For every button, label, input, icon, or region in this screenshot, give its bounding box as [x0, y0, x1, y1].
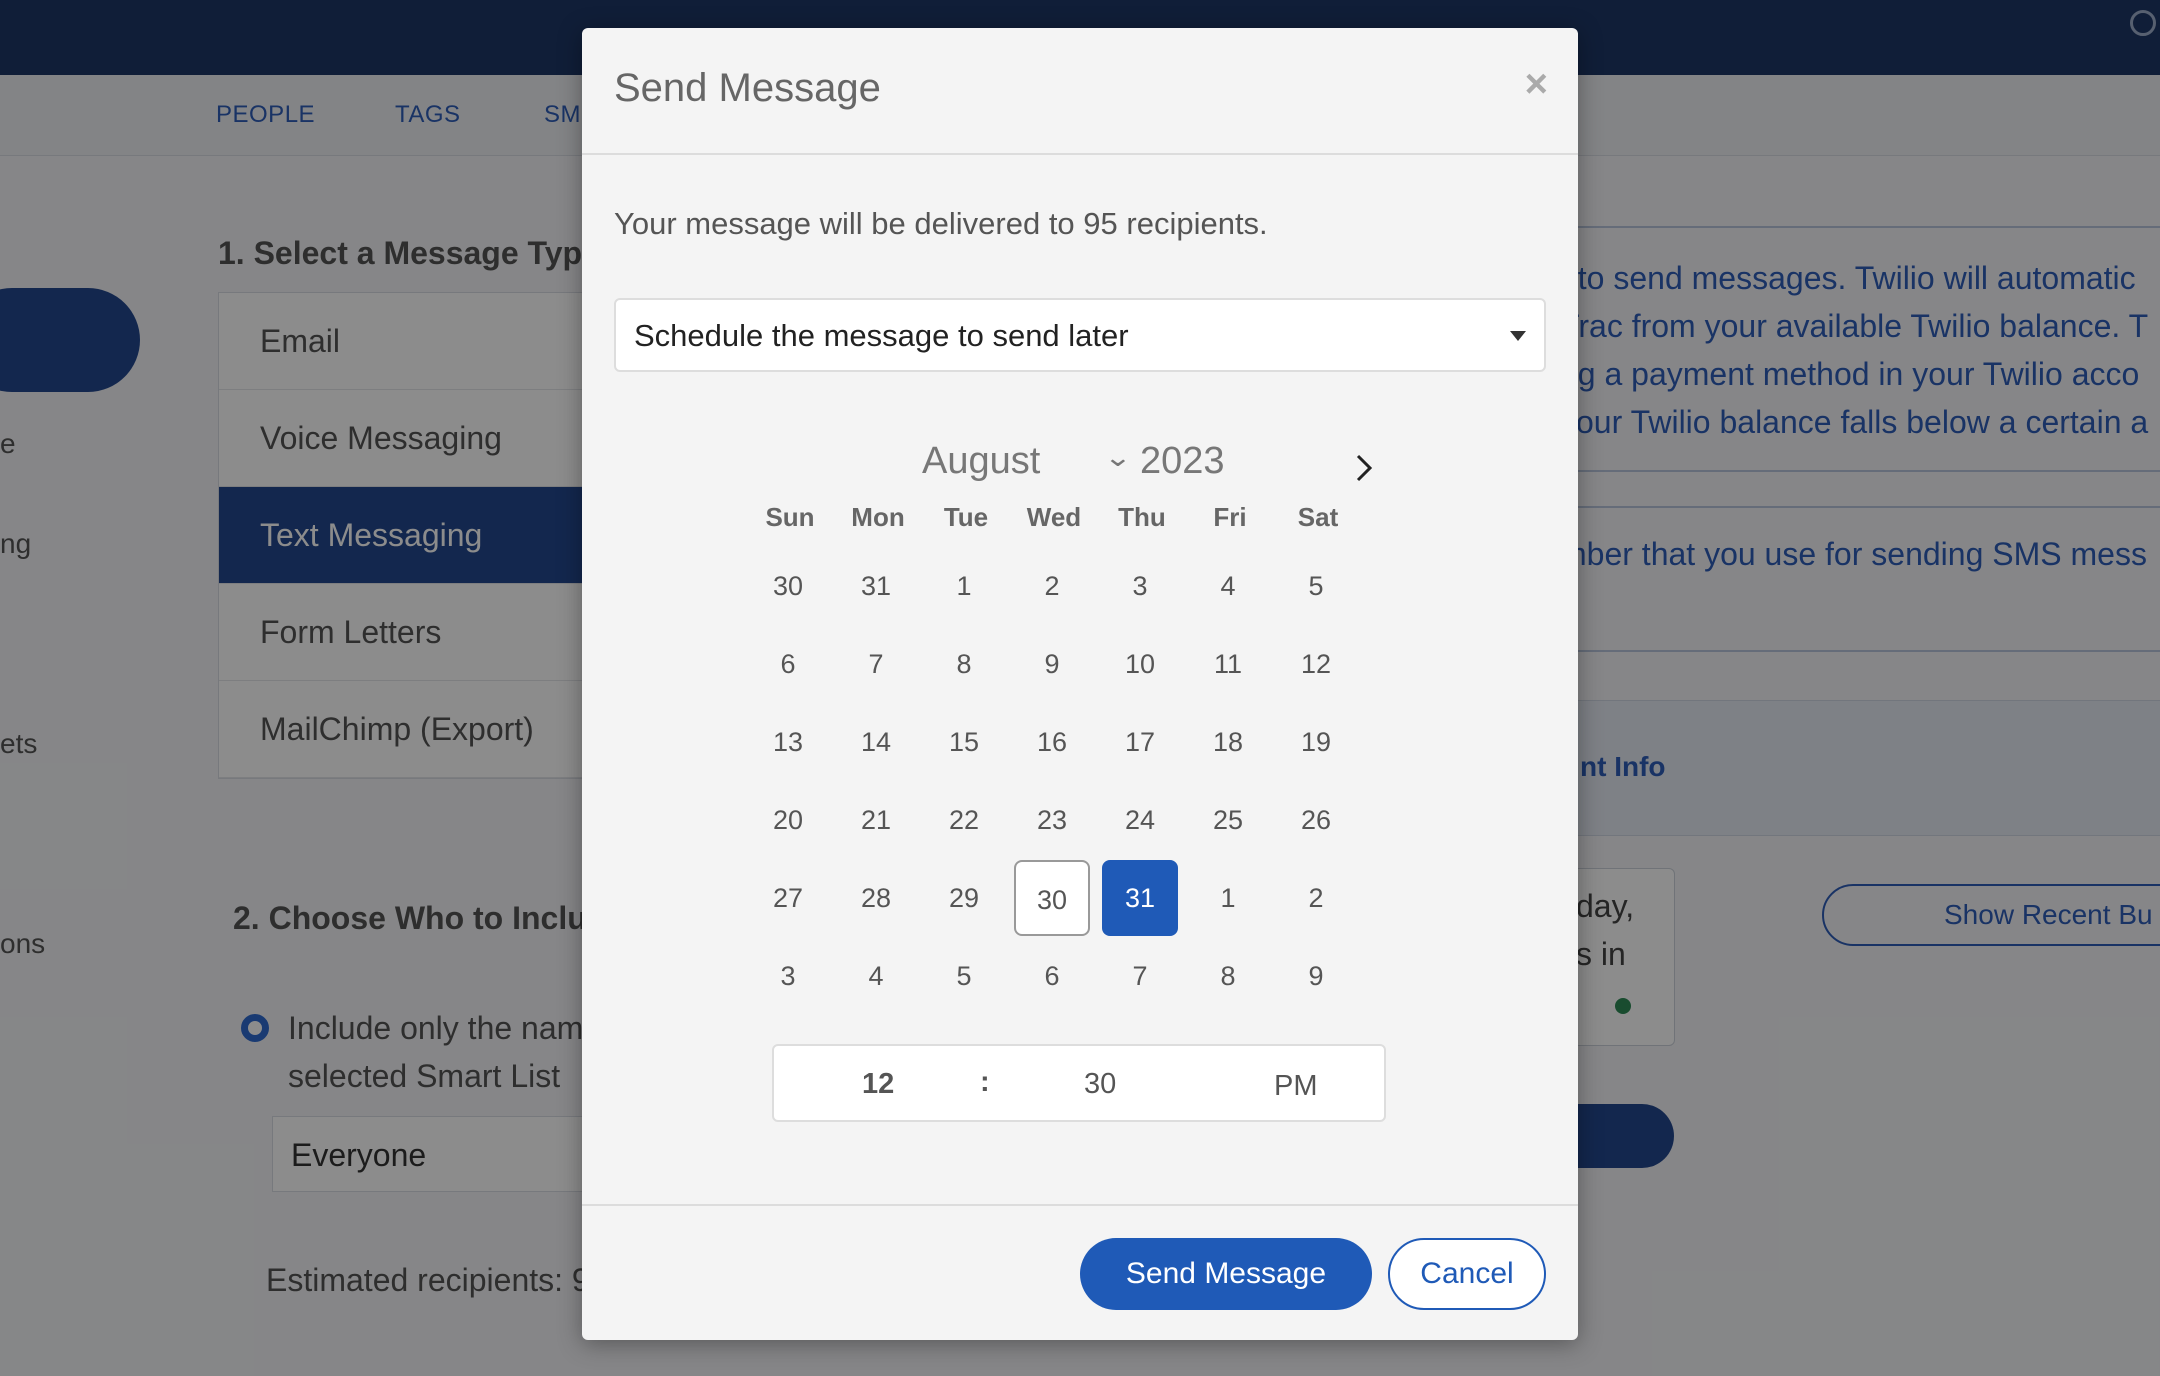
calendar-day[interactable]: 5: [926, 938, 1002, 1014]
calendar-day[interactable]: 16: [1014, 704, 1090, 780]
calendar-day[interactable]: 12: [1278, 626, 1354, 702]
calendar-day[interactable]: 30: [750, 548, 826, 624]
weekday-label: Mon: [851, 502, 905, 532]
calendar-day[interactable]: 31: [838, 548, 914, 624]
next-month-icon[interactable]: [1342, 446, 1386, 490]
calendar-day[interactable]: 26: [1278, 782, 1354, 858]
modal-footer: Send Message Cancel: [582, 1204, 1578, 1342]
schedule-select-value: Schedule the message to send later: [634, 318, 1129, 353]
weekday-label: Thu: [1118, 502, 1166, 532]
calendar-day[interactable]: 6: [750, 626, 826, 702]
ampm-toggle[interactable]: PM: [1274, 1070, 1318, 1103]
calendar-day[interactable]: 29: [926, 860, 1002, 936]
weekday-label: Fri: [1213, 502, 1247, 532]
calendar-day[interactable]: 21: [838, 782, 914, 858]
calendar-day[interactable]: 6: [1014, 938, 1090, 1014]
calendar-day[interactable]: 20: [750, 782, 826, 858]
calendar-day[interactable]: 7: [838, 626, 914, 702]
weekday-label: Wed: [1026, 502, 1082, 532]
month-select[interactable]: August: [922, 440, 1040, 483]
close-icon[interactable]: ×: [1525, 62, 1548, 107]
calendar-day[interactable]: 24: [1102, 782, 1178, 858]
calendar-day[interactable]: 25: [1190, 782, 1266, 858]
chevron-down-icon[interactable]: ⌄: [1104, 442, 1132, 473]
calendar-day[interactable]: 28: [838, 860, 914, 936]
cancel-button[interactable]: Cancel: [1388, 1238, 1546, 1310]
calendar-day[interactable]: 2: [1278, 860, 1354, 936]
calendar-day[interactable]: 5: [1278, 548, 1354, 624]
caret-down-icon: [1510, 331, 1526, 341]
calendar-day-selected[interactable]: 31: [1102, 860, 1178, 936]
calendar-day[interactable]: 9: [1014, 626, 1090, 702]
weekday-label: Sat: [1297, 502, 1339, 532]
weekday-label: Tue: [943, 502, 989, 532]
year-input[interactable]: 2023: [1140, 440, 1225, 483]
calendar-day[interactable]: 17: [1102, 704, 1178, 780]
minute-input[interactable]: 30: [1084, 1068, 1116, 1101]
weekday-label: Sun: [765, 502, 815, 532]
calendar-day[interactable]: 19: [1278, 704, 1354, 780]
send-message-button[interactable]: Send Message: [1080, 1238, 1372, 1310]
calendar-day[interactable]: 11: [1190, 626, 1266, 702]
time-picker: 12 : 30 PM: [772, 1044, 1386, 1122]
calendar-day[interactable]: 9: [1278, 938, 1354, 1014]
calendar-day[interactable]: 1: [926, 548, 1002, 624]
calendar-day[interactable]: 3: [750, 938, 826, 1014]
calendar-day[interactable]: 18: [1190, 704, 1266, 780]
schedule-select[interactable]: Schedule the message to send later: [614, 298, 1546, 372]
calendar-day-today[interactable]: 30: [1014, 860, 1090, 936]
recipients-text: Your message will be delivered to 95 rec…: [614, 206, 1268, 241]
calendar-day[interactable]: 4: [1190, 548, 1266, 624]
hour-input[interactable]: 12: [862, 1068, 894, 1101]
calendar-day[interactable]: 23: [1014, 782, 1090, 858]
calendar-day[interactable]: 1: [1190, 860, 1266, 936]
modal-title: Send Message: [614, 66, 881, 110]
calendar-day[interactable]: 14: [838, 704, 914, 780]
calendar-day[interactable]: 10: [1102, 626, 1178, 702]
send-message-modal: Send Message × Your message will be deli…: [582, 28, 1578, 1340]
time-separator: :: [980, 1066, 990, 1098]
calendar-day[interactable]: 4: [838, 938, 914, 1014]
calendar-day[interactable]: 8: [926, 626, 1002, 702]
modal-header: Send Message ×: [582, 28, 1578, 155]
calendar-day[interactable]: 7: [1102, 938, 1178, 1014]
calendar-day[interactable]: 13: [750, 704, 826, 780]
calendar-day[interactable]: 27: [750, 860, 826, 936]
calendar-day[interactable]: 22: [926, 782, 1002, 858]
calendar-day[interactable]: 2: [1014, 548, 1090, 624]
calendar-day[interactable]: 8: [1190, 938, 1266, 1014]
calendar-day[interactable]: 15: [926, 704, 1002, 780]
calendar-day[interactable]: 3: [1102, 548, 1178, 624]
